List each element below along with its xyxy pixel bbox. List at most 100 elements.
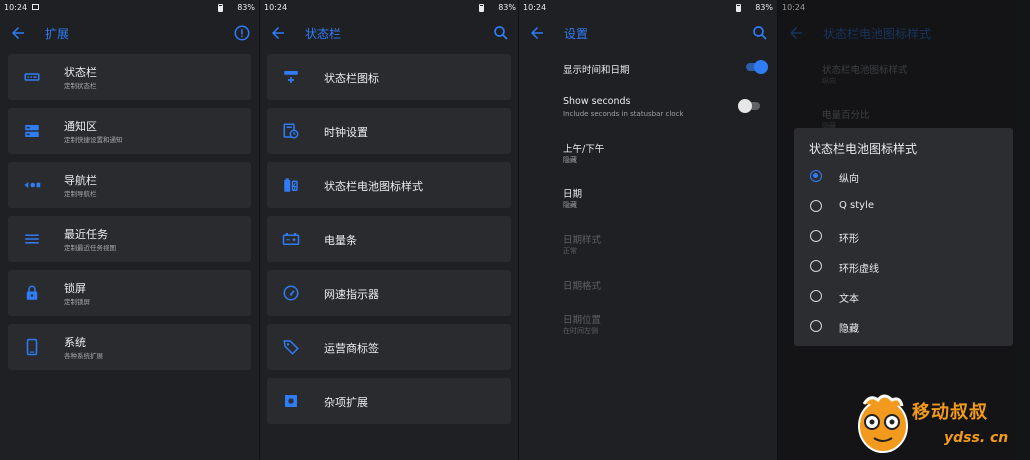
status-bar: 10:24 83% [519,0,777,16]
search-icon[interactable] [751,24,769,42]
page-title: 设置 [564,27,589,41]
battery-style-icon [284,178,298,192]
dialog-title: 状态栏电池图标样式 [809,142,918,156]
radio-option-circle[interactable]: 环形 [794,221,1013,251]
show-time-date-toggle[interactable] [745,60,768,74]
back-arrow-icon[interactable] [269,24,287,42]
radio-unselected-icon[interactable] [810,200,822,212]
speedometer-icon [283,285,299,301]
setting-title: 日期格式 [563,281,602,292]
clock-settings-screen: 10:24 83% 设置 显示时间和日期 Show seconds Includ… [519,0,777,460]
info-icon[interactable] [233,24,251,42]
mascot-face-icon [858,394,908,453]
menu-item-speed-indicator[interactable]: 网速指示器 [267,270,511,316]
menu-item-title: 杂项扩展 [324,396,368,409]
radio-option-q-style[interactable]: Q style [794,191,1013,221]
status-time: 10:24 [264,3,288,12]
menu-item-title: 状态栏电池图标样式 [324,180,423,193]
menu-item-clock-settings[interactable]: 时钟设置 [267,108,511,154]
radio-label: 隐藏 [839,324,859,335]
statusbar-icons-icon [284,71,298,83]
radio-unselected-icon[interactable] [810,260,822,272]
status-bar: 10:24 83% [260,0,518,16]
menu-item-subtitle: 定制最近任务视图 [64,244,116,252]
radio-option-dotted-circle[interactable]: 环形虚线 [794,251,1013,281]
menu-item-battery-bar[interactable]: 电量条 [267,216,511,262]
setting-title: 显示时间和日期 [563,65,630,76]
menu-item-title: 导航栏 [64,174,97,187]
battery-icon [479,4,484,12]
menu-item-title: 最近任务 [64,228,108,241]
radio-label: 环形虚线 [839,264,879,275]
menu-item-navigation-bar[interactable]: 导航栏 定制导航栏 [8,162,251,208]
lock-icon [26,285,38,300]
setting-title: Show seconds [563,96,631,107]
status-time: 10:24 [4,3,28,12]
menu-item-title: 状态栏图标 [324,72,379,85]
setting-title: 日期样式 [563,235,602,246]
radio-unselected-icon[interactable] [810,230,822,242]
setting-subtitle: 隐藏 [563,156,577,164]
radio-label: 纵向 [839,174,859,185]
navigation-bar-icon [24,182,41,188]
app-bar: 扩展 [0,16,259,50]
setting-title: 日期 [563,189,583,200]
setting-subtitle: 在时间左侧 [563,327,598,335]
image-notification-icon [32,4,39,10]
menu-item-title: 状态栏 [64,66,97,79]
watermark-url: ydss. cn [944,430,1009,446]
menu-item-title: 锁屏 [64,282,86,295]
menu-item-carrier-label[interactable]: 运营商标签 [267,324,511,370]
menu-item-misc[interactable]: 杂项扩展 [267,378,511,424]
recents-icon [25,234,39,244]
notification-area-icon [25,125,39,137]
tag-icon [283,340,299,355]
status-battery-percent: 83% [237,3,255,12]
extensions-screen: 10:24 83% 扩展 状态栏 定制状态栏 通知区 定制快捷设置和通知 导航栏… [0,0,259,460]
menu-item-statusbar[interactable]: 状态栏 定制状态栏 [8,54,251,100]
menu-item-title: 网速指示器 [324,288,379,301]
menu-item-lockscreen[interactable]: 锁屏 定制锁屏 [8,270,251,316]
menu-item-title: 电量条 [324,234,357,247]
battery-bar-icon [282,233,300,245]
setting-subtitle: 隐藏 [563,201,577,209]
setting-title: 上午/下午 [563,144,605,155]
menu-item-statusbar-icons[interactable]: 状态栏图标 [267,54,511,100]
search-icon[interactable] [492,24,510,42]
menu-item-subtitle: 各种系统扩展 [64,352,103,360]
radio-label: 文本 [839,294,859,305]
status-battery-percent: 83% [755,3,773,12]
setting-title: 日期位置 [563,315,602,326]
page-title: 扩展 [45,27,70,41]
menu-item-battery-style[interactable]: 状态栏电池图标样式 [267,162,511,208]
battery-style-dialog: 状态栏电池图标样式 纵向 Q style 环形 环形虚线 文本 隐藏 [794,128,1013,346]
menu-item-subtitle: 定制快捷设置和通知 [64,136,123,144]
radio-option-portrait[interactable]: 纵向 [794,161,1013,191]
menu-item-title: 系统 [64,336,86,349]
menu-item-title: 通知区 [64,120,97,133]
app-bar: 设置 [519,16,777,50]
show-seconds-toggle[interactable] [738,99,761,113]
watermark-logo: 移动叔叔 ydss. cn [852,388,1030,460]
radio-option-text[interactable]: 文本 [794,281,1013,311]
menu-item-title: 时钟设置 [324,126,368,139]
radio-label: Q style [839,200,875,211]
statusbar-icon [24,73,40,81]
app-bar: 状态栏 [260,16,518,50]
setting-subtitle: 正常 [563,247,577,255]
menu-item-system[interactable]: 系统 各种系统扩展 [8,324,251,370]
radio-selected-icon[interactable] [810,170,822,182]
menu-item-notification-area[interactable]: 通知区 定制快捷设置和通知 [8,108,251,154]
back-arrow-icon[interactable] [528,24,546,42]
menu-item-title: 运营商标签 [324,342,379,355]
radio-unselected-icon[interactable] [810,290,822,302]
battery-icon [736,4,741,12]
radio-unselected-icon[interactable] [810,320,822,332]
clock-settings-icon [283,123,299,139]
misc-icon [285,395,297,407]
back-arrow-icon[interactable] [9,24,27,42]
radio-option-hidden[interactable]: 隐藏 [794,311,1013,341]
page-title: 状态栏 [305,27,342,41]
menu-item-recents[interactable]: 最近任务 定制最近任务视图 [8,216,251,262]
radio-label: 环形 [839,234,859,245]
